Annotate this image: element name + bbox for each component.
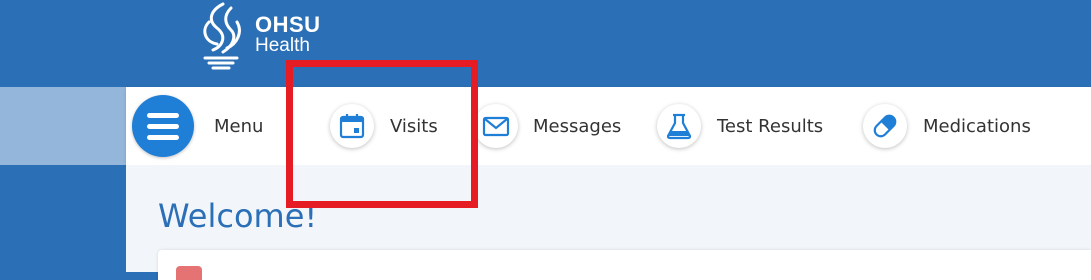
menu-label: Menu: [214, 116, 264, 137]
calendar-card-icon: [176, 266, 202, 280]
nav-label-medications: Medications: [923, 116, 1031, 137]
nav-item-messages[interactable]: Messages: [474, 87, 634, 165]
pill-icon: [863, 104, 907, 148]
dashboard-card[interactable]: [158, 250, 1091, 280]
highlight-box: [286, 60, 478, 208]
sidebar-panel: [0, 165, 126, 272]
flame-logo-icon: [203, 2, 241, 70]
nav-item-test-results[interactable]: Test Results: [657, 87, 837, 165]
menu-button[interactable]: Menu: [126, 87, 276, 165]
nav-label-test-results: Test Results: [717, 116, 824, 137]
main-navigation: Menu Visits Messages Test Results Medica…: [126, 87, 1091, 165]
flask-icon: [657, 104, 701, 148]
hamburger-icon: [132, 95, 194, 157]
sidebar-band: [0, 87, 126, 165]
nav-item-medications[interactable]: Medications: [863, 87, 1053, 165]
brand-subtitle: Health: [255, 35, 310, 56]
envelope-icon: [474, 104, 518, 148]
top-header: OHSU Health: [0, 0, 1091, 87]
nav-label-messages: Messages: [533, 116, 622, 137]
